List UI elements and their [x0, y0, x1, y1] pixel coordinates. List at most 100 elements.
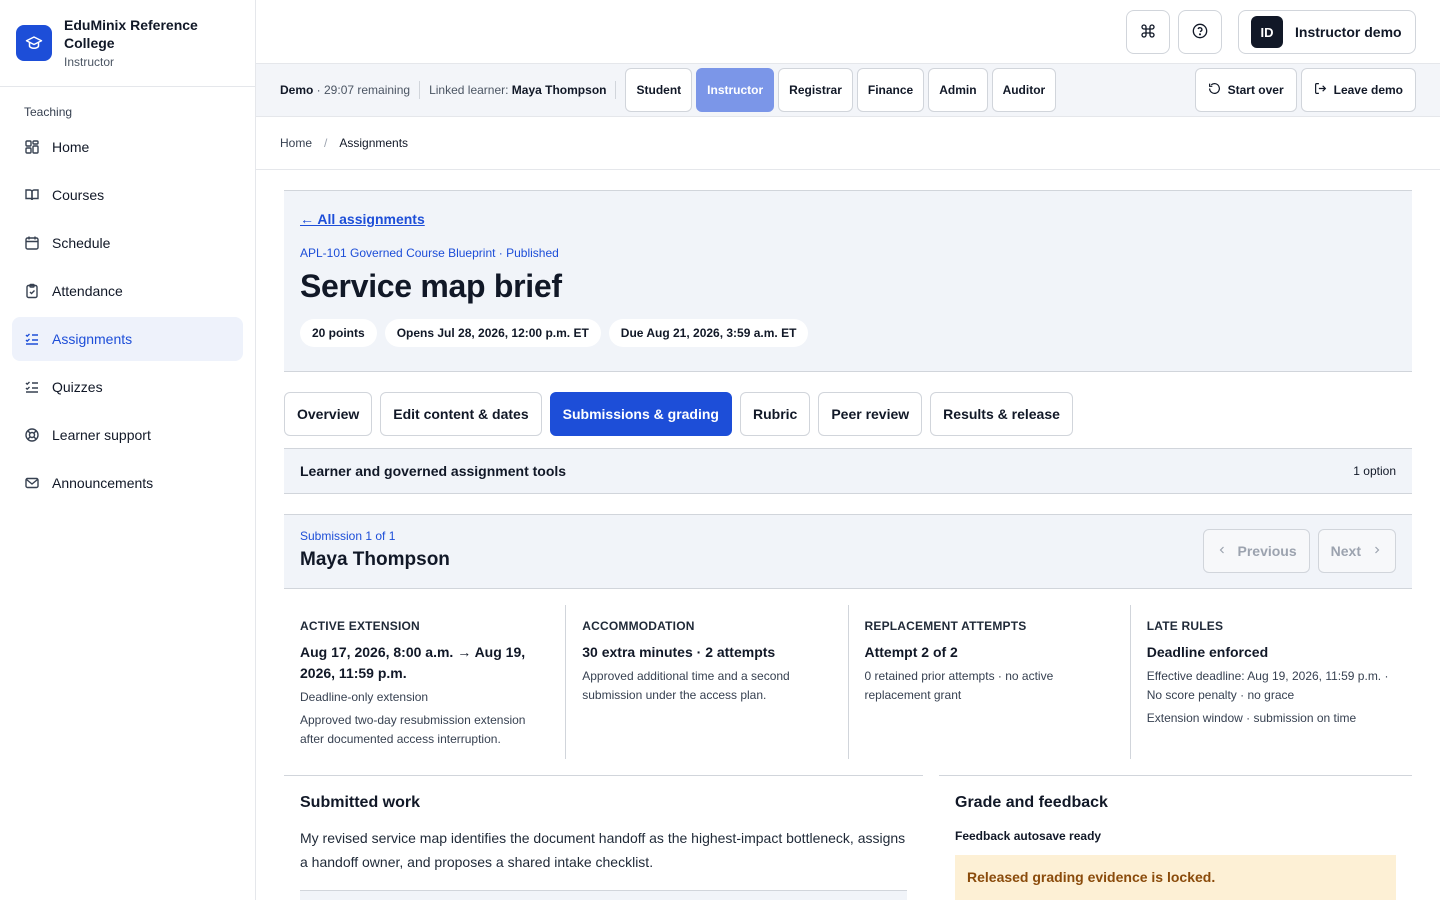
sidebar: EduMinix Reference College Instructor Te…: [0, 0, 256, 900]
submission-facts: ACTIVE EXTENSION Aug 17, 2026, 8:00 a.m.…: [284, 605, 1412, 759]
previous-label: Previous: [1237, 543, 1297, 559]
lifebuoy-icon: [24, 427, 40, 443]
breadcrumb-separator: /: [324, 136, 328, 150]
role-auditor-button[interactable]: Auditor: [991, 68, 1057, 112]
tab-results-release[interactable]: Results & release: [930, 392, 1073, 436]
next-button[interactable]: Next: [1317, 529, 1396, 573]
work-and-grade: Submitted work My revised service map id…: [284, 775, 1412, 900]
divider: [615, 81, 617, 99]
all-assignments-link[interactable]: ← All assignments: [300, 211, 425, 227]
demo-remaining: · 29:07 remaining: [313, 83, 411, 97]
chevron-left-icon: [1216, 543, 1228, 559]
leave-demo-label: Leave demo: [1333, 83, 1403, 97]
role-registrar-button[interactable]: Registrar: [778, 68, 853, 112]
tools-count: 1 option: [1353, 464, 1396, 478]
linked-learner-name: Maya Thompson: [511, 83, 607, 97]
mail-icon: [24, 475, 40, 491]
role-instructor-button[interactable]: Instructor: [696, 68, 775, 112]
assignment-tools-toggle[interactable]: Learner and governed assignment tools 1 …: [284, 448, 1412, 494]
assignment-tabs: Overview Edit content & dates Submission…: [284, 392, 1412, 436]
fact-value: Attempt 2 of 2: [864, 644, 958, 660]
avatar: ID: [1251, 16, 1283, 48]
fact-replacement-attempts: REPLACEMENT ATTEMPTS Attempt 2 of 2 0 re…: [848, 605, 1131, 759]
user-menu-button[interactable]: ID Instructor demo: [1238, 10, 1416, 54]
fact-accommodation: ACCOMMODATION 30 extra minutes · 2 attem…: [566, 605, 849, 759]
log-out-icon: [1314, 82, 1327, 98]
assignment-chips: 20 points Opens Jul 28, 2026, 12:00 p.m.…: [300, 319, 1396, 347]
command-icon: [1140, 23, 1156, 42]
sidebar-item-label: Home: [52, 139, 90, 155]
leave-demo-button[interactable]: Leave demo: [1300, 68, 1416, 112]
book-icon: [24, 187, 40, 203]
tab-rubric[interactable]: Rubric: [739, 392, 811, 436]
tab-peer-review[interactable]: Peer review: [818, 392, 923, 436]
sidebar-item-announcements[interactable]: Announcements: [12, 461, 243, 505]
tab-edit-content-dates[interactable]: Edit content & dates: [380, 392, 542, 436]
nav-section-teaching: Teaching: [24, 105, 73, 119]
role-admin-button[interactable]: Admin: [928, 68, 988, 112]
sidebar-item-label: Assignments: [52, 331, 133, 347]
role-student-button[interactable]: Student: [625, 68, 693, 112]
fact-note: Approved additional time and a second su…: [582, 669, 790, 702]
sidebar-item-home[interactable]: Home: [12, 125, 243, 169]
linked-learner-label: Linked learner:: [429, 83, 512, 97]
start-over-button[interactable]: Start over: [1194, 68, 1297, 112]
fact-value: Aug 17, 2026, 8:00 a.m. → Aug 19, 2026, …: [300, 644, 526, 681]
sidebar-item-courses[interactable]: Courses: [12, 173, 243, 217]
role-finance-button[interactable]: Finance: [856, 68, 925, 112]
submission-pager: Previous Next: [1202, 529, 1396, 573]
fact-label: LATE RULES: [1146, 619, 1224, 633]
sidebar-item-label: Courses: [52, 187, 105, 203]
breadcrumb: Home / Assignments: [256, 117, 1440, 170]
brand-role: Instructor: [64, 55, 115, 69]
sidebar-item-label: Quizzes: [52, 379, 103, 395]
calendar-icon: [24, 235, 40, 251]
submitted-work-panel: Submitted work My revised service map id…: [284, 775, 923, 900]
linked-learner: Linked learner: Maya Thompson: [429, 83, 606, 97]
command-palette-button[interactable]: [1126, 10, 1170, 54]
tab-submissions-grading[interactable]: Submissions & grading: [549, 392, 732, 436]
sidebar-item-label: Learner support: [52, 427, 151, 443]
fact-note: Extension window · submission on time: [1146, 711, 1357, 725]
refresh-icon: [1208, 82, 1221, 98]
breadcrumb-current: Assignments: [339, 136, 409, 150]
clipboard-check-icon: [24, 283, 40, 299]
submitted-work-title: Submitted work: [300, 794, 421, 811]
fact-note: Deadline-only extension: [300, 690, 429, 704]
divider: [419, 81, 421, 99]
tab-overview[interactable]: Overview: [284, 392, 373, 436]
breadcrumb-home-link[interactable]: Home: [280, 136, 312, 150]
sidebar-item-quizzes[interactable]: Quizzes: [12, 365, 243, 409]
help-button[interactable]: [1178, 10, 1222, 54]
fact-note: 0 retained prior attempts · no active re…: [864, 669, 1054, 702]
demo-timer: Demo · 29:07 remaining: [280, 83, 410, 97]
grade-feedback-title: Grade and feedback: [955, 794, 1108, 811]
fact-label: ACTIVE EXTENSION: [300, 619, 420, 633]
sidebar-item-label: Attendance: [52, 283, 123, 299]
user-name: Instructor demo: [1295, 24, 1402, 40]
list-check-icon: [24, 331, 40, 347]
start-over-label: Start over: [1227, 83, 1284, 97]
fact-late-rules: LATE RULES Deadline enforced Effective d…: [1130, 605, 1412, 759]
sidebar-item-learner-support[interactable]: Learner support: [12, 413, 243, 457]
assignment-header: ← All assignments APL-101 Governed Cours…: [284, 190, 1412, 372]
fact-label: REPLACEMENT ATTEMPTS: [864, 619, 1027, 633]
previous-button[interactable]: Previous: [1202, 529, 1310, 573]
due-chip: Due Aug 21, 2026, 3:59 a.m. ET: [608, 319, 809, 347]
submission-attachment: [300, 890, 907, 900]
sidebar-item-assignments[interactable]: Assignments: [12, 317, 243, 361]
course-status: APL-101 Governed Course Blueprint · Publ…: [300, 246, 559, 260]
help-circle-icon: [1192, 23, 1208, 42]
top-header: ID Instructor demo: [256, 0, 1440, 64]
sidebar-nav: Home Courses Schedule Attendance Assignm…: [0, 125, 255, 505]
fact-label: ACCOMMODATION: [582, 619, 695, 633]
fact-note: Effective deadline: Aug 19, 2026, 11:59 …: [1146, 669, 1389, 702]
brand-name: EduMinix Reference College: [64, 17, 198, 51]
autosave-status: Feedback autosave ready: [955, 829, 1102, 843]
demo-bar: Demo · 29:07 remaining Linked learner: M…: [256, 64, 1440, 117]
demo-label: Demo: [280, 83, 314, 97]
opens-chip: Opens Jul 28, 2026, 12:00 p.m. ET: [384, 319, 601, 347]
sidebar-item-schedule[interactable]: Schedule: [12, 221, 243, 265]
sidebar-item-attendance[interactable]: Attendance: [12, 269, 243, 313]
fact-value: Deadline enforced: [1146, 644, 1269, 660]
